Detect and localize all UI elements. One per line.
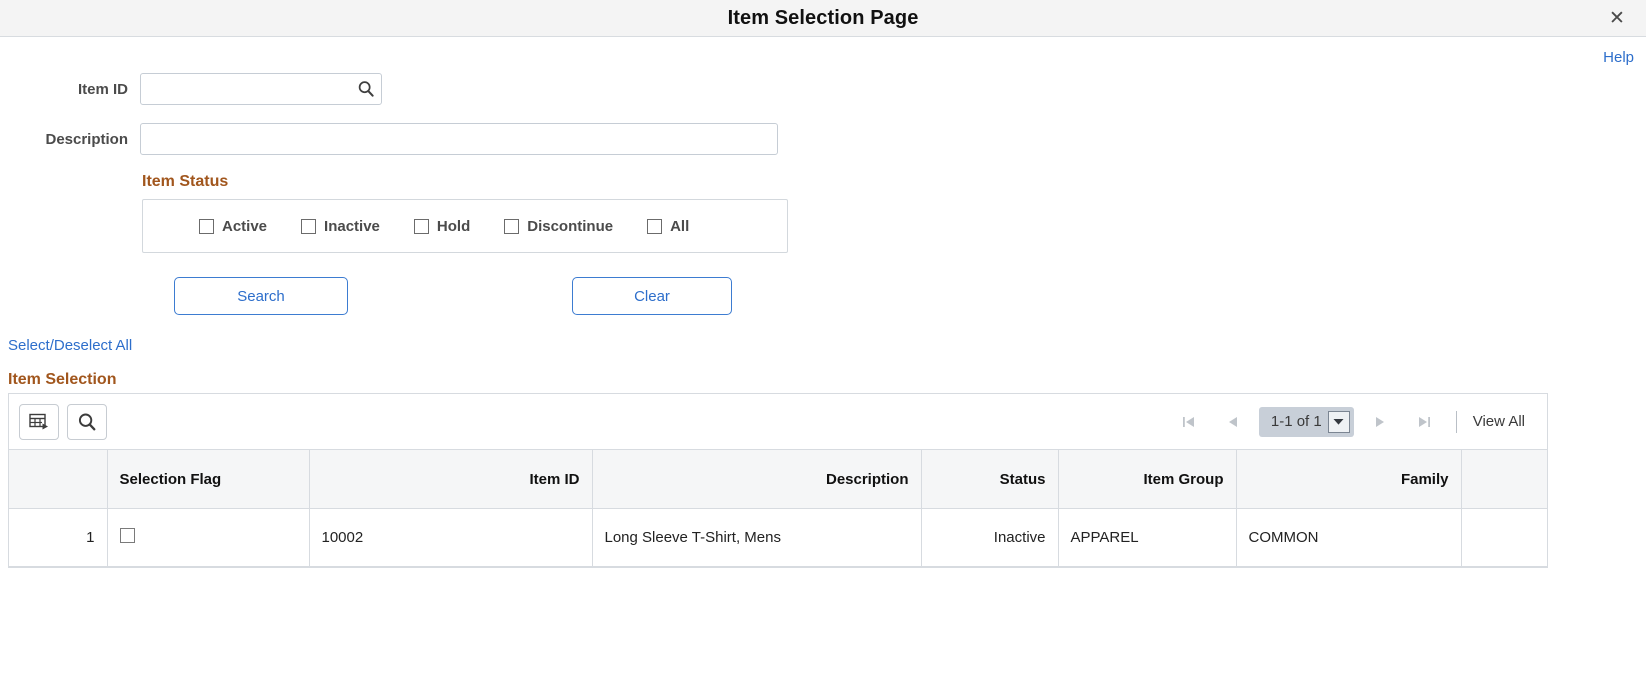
column-header-rownum[interactable]	[9, 449, 108, 509]
close-icon[interactable]: ✕	[1604, 5, 1630, 31]
search-icon	[78, 413, 96, 430]
row-number: 1	[9, 508, 108, 567]
grid-personalize-icon-glyph	[29, 413, 48, 429]
chevron-down-icon-glyph	[1333, 419, 1344, 425]
item-id-input-wrap	[140, 73, 382, 105]
grid-find-icon[interactable]	[67, 403, 107, 440]
first-page-icon-glyph	[1182, 416, 1194, 427]
previous-page-icon[interactable]	[1211, 405, 1255, 439]
next-page-icon[interactable]	[1358, 405, 1402, 439]
table-header-row: Selection Flag Item ID Description Statu…	[9, 449, 1547, 509]
search-button[interactable]: Search	[174, 277, 348, 315]
grid-personalize-icon[interactable]	[19, 403, 59, 440]
last-page-icon[interactable]	[1402, 405, 1446, 439]
checkbox-inactive-label: Inactive	[324, 217, 380, 235]
item-status-group: Active Inactive Hold Discontinue All	[142, 199, 788, 253]
search-icon[interactable]	[357, 80, 375, 98]
checkbox-discontinue[interactable]: Discontinue	[504, 218, 613, 235]
column-header-selection-flag[interactable]: Selection Flag	[107, 449, 310, 509]
page-title: Item Selection Page	[727, 6, 919, 29]
row-family: COMMON	[1236, 508, 1462, 567]
help-link[interactable]: Help	[1603, 49, 1634, 66]
table-row: 1 10002 Long Sleeve T-Shirt, Mens Inacti…	[9, 508, 1547, 567]
checkbox-all-label: All	[670, 217, 690, 235]
checkbox-hold-box[interactable]	[413, 218, 429, 234]
column-header-status[interactable]: Status	[921, 449, 1059, 509]
column-header-family[interactable]: Family	[1236, 449, 1462, 509]
checkbox-all[interactable]: All	[647, 218, 689, 235]
row-status: Inactive	[921, 508, 1059, 567]
item-id-input[interactable]	[140, 73, 382, 105]
last-page-icon-glyph	[1418, 416, 1430, 427]
help-row: Help	[0, 37, 1646, 73]
grid-toolbar-left	[19, 403, 107, 440]
checkbox-hold[interactable]: Hold	[413, 217, 471, 235]
toolbar-divider	[1455, 410, 1457, 433]
checkbox-hold-label: Hold	[436, 217, 471, 235]
column-header-extra[interactable]	[1461, 449, 1547, 509]
checkbox-active[interactable]: Active	[199, 218, 267, 235]
description-input[interactable]	[140, 123, 778, 155]
item-selection-grid: 1-1 of 1 View All Selection Flag Item ID…	[8, 393, 1548, 568]
item-id-row: Item ID	[0, 73, 1646, 105]
grid-toolbar: 1-1 of 1 View All	[9, 394, 1547, 449]
clear-button[interactable]: Clear	[572, 277, 732, 315]
row-description: Long Sleeve T-Shirt, Mens	[592, 508, 922, 567]
column-header-item-group[interactable]: Item Group	[1058, 449, 1237, 509]
select-deselect-all-link[interactable]: Select/Deselect All	[8, 337, 132, 354]
item-id-label: Item ID	[77, 80, 128, 98]
row-selection-checkbox[interactable]	[119, 528, 135, 543]
checkbox-all-box[interactable]	[647, 218, 663, 234]
checkbox-discontinue-label: Discontinue	[527, 217, 614, 235]
description-row: Description	[0, 123, 1646, 155]
view-all-link[interactable]: View All	[1473, 413, 1537, 430]
page-counter-text: 1-1 of 1	[1270, 413, 1322, 430]
checkbox-active-label: Active	[222, 217, 268, 235]
column-header-description[interactable]: Description	[592, 449, 922, 509]
row-extra	[1461, 508, 1547, 567]
action-button-row: Search Clear	[0, 277, 1646, 317]
item-selection-table: Selection Flag Item ID Description Statu…	[9, 449, 1547, 567]
row-selection-flag-cell	[107, 508, 310, 567]
chevron-down-icon[interactable]	[1327, 410, 1350, 433]
description-label: Description	[45, 130, 128, 148]
checkbox-active-box[interactable]	[199, 218, 214, 234]
next-page-icon-glyph	[1375, 416, 1384, 427]
previous-page-icon-glyph	[1228, 416, 1237, 427]
modal-title-bar: Item Selection Page ✕	[0, 0, 1646, 37]
first-page-icon[interactable]	[1167, 405, 1211, 439]
search-criteria-form: Item ID Description Item Status Active I…	[0, 73, 1646, 317]
item-status-heading: Item Status	[142, 173, 229, 190]
checkbox-inactive-box[interactable]	[301, 218, 317, 234]
row-item-group: APPAREL	[1058, 508, 1237, 567]
column-header-item-id[interactable]: Item ID	[309, 449, 593, 509]
description-input-wrap	[140, 123, 778, 155]
page-counter[interactable]: 1-1 of 1	[1258, 406, 1354, 437]
checkbox-discontinue-box[interactable]	[504, 218, 520, 234]
item-selection-heading: Item Selection	[8, 371, 117, 388]
row-item-id: 10002	[309, 508, 593, 567]
checkbox-inactive[interactable]: Inactive	[301, 218, 380, 235]
grid-pagination: 1-1 of 1 View All	[1167, 405, 1537, 439]
